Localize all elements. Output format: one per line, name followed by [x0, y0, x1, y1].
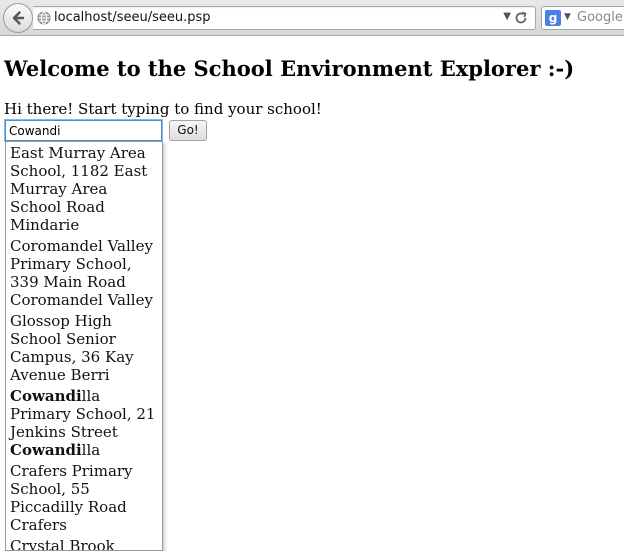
browser-toolbar: localhost/seeu/seeu.psp ▼ g ▼ Google [0, 0, 624, 36]
school-search-input[interactable] [4, 119, 163, 142]
google-logo-icon[interactable]: g [545, 10, 561, 26]
back-arrow-icon [12, 11, 25, 25]
list-item[interactable]: Cowandilla Primary School, 21 Jenkins St… [6, 385, 162, 460]
reload-icon[interactable] [513, 10, 529, 26]
globe-icon [37, 11, 51, 25]
engine-dropdown-icon[interactable]: ▼ [564, 12, 571, 22]
autocomplete-list: East Murray Area School, 1182 East Murra… [5, 141, 163, 551]
history-dropdown-icon[interactable]: ▼ [503, 11, 511, 22]
intro-text: Hi there! Start typing to find your scho… [4, 100, 322, 118]
back-button[interactable] [3, 3, 33, 33]
go-button[interactable]: Go! [169, 120, 207, 141]
suggestion-text: Coromandel Valley Primary School, 339 Ma… [10, 237, 153, 309]
address-bar[interactable]: localhost/seeu/seeu.psp ▼ [33, 6, 536, 30]
list-item[interactable]: East Murray Area School, 1182 East Murra… [6, 142, 162, 235]
list-item[interactable]: Crystal Brook [6, 535, 162, 551]
search-bar[interactable]: g ▼ Google [541, 6, 624, 30]
suggestion-text: Crafers Primary School, 55 Piccadilly Ro… [10, 462, 133, 534]
suggestion-text: East Murray Area School, 1182 East Murra… [10, 144, 148, 234]
suggestion-text: Crystal Brook [10, 537, 115, 551]
list-item[interactable]: Coromandel Valley Primary School, 339 Ma… [6, 235, 162, 310]
suggestion-text: lla [81, 441, 101, 459]
suggestion-match: Cowandi [10, 441, 82, 459]
url-text[interactable]: localhost/seeu/seeu.psp [54, 10, 211, 25]
search-placeholder: Google [577, 10, 623, 25]
suggestion-match: Cowandi [10, 387, 82, 405]
list-item[interactable]: Glossop High School Senior Campus, 36 Ka… [6, 310, 162, 385]
page-title: Welcome to the School Environment Explor… [4, 56, 575, 81]
suggestion-text: Glossop High School Senior Campus, 36 Ka… [10, 312, 134, 384]
list-item[interactable]: Crafers Primary School, 55 Piccadilly Ro… [6, 460, 162, 535]
